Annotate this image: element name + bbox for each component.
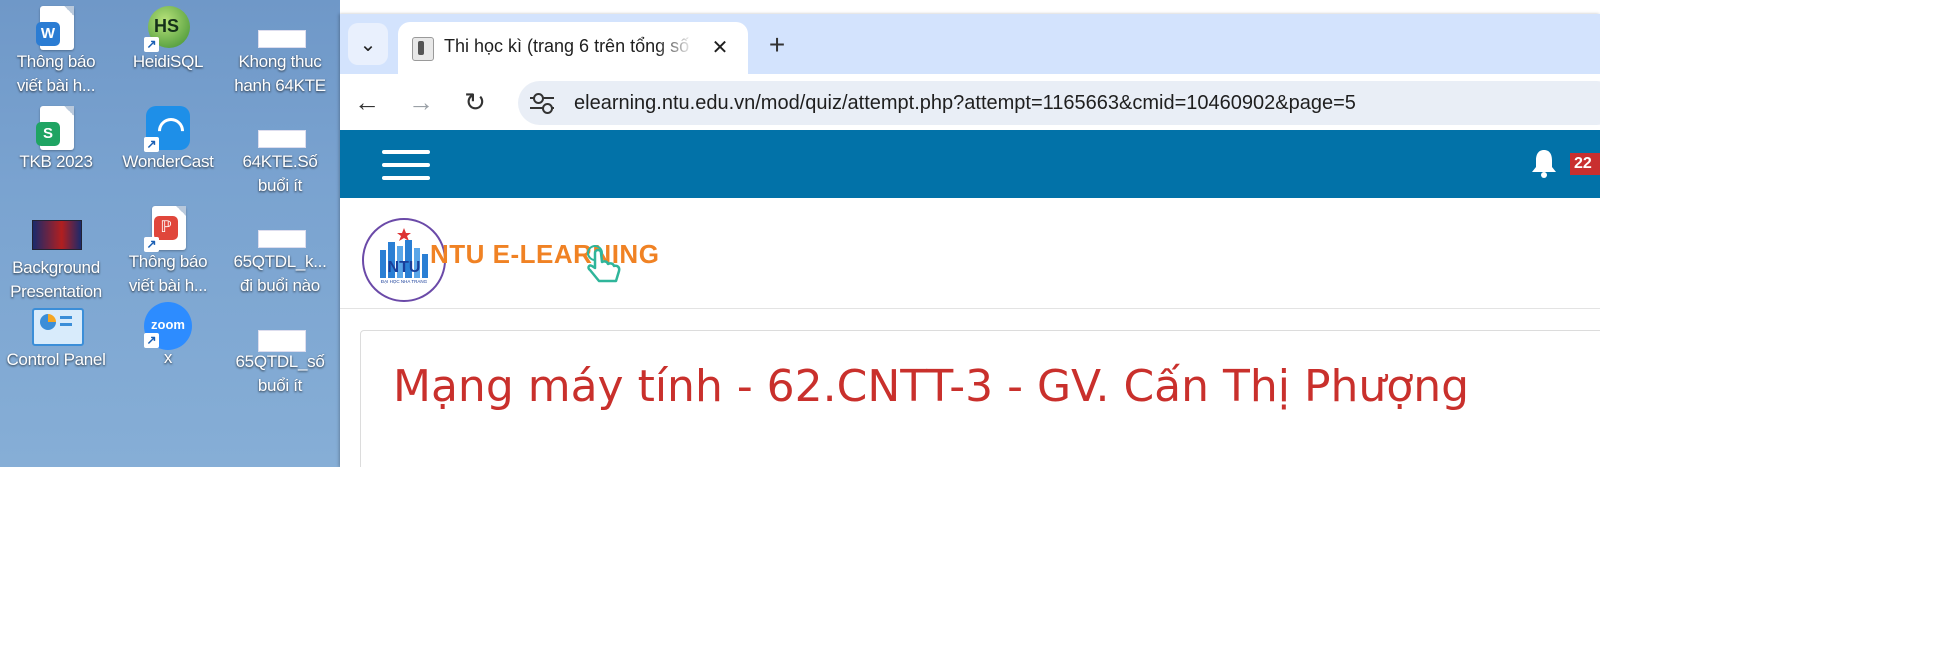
screenshot: W Thông báo viết bài h... S TKB 2023 Bac… xyxy=(0,0,1600,467)
shortcut-arrow-icon: ↗ xyxy=(144,37,159,52)
site-branding: NTU ĐẠI HỌC NHA TRANG NTU E-LEARNING xyxy=(340,198,1600,309)
control-panel-icon xyxy=(32,304,84,348)
desktop-icon-khong-thuc-hanh[interactable]: Khong thuc hanh 64KTE xyxy=(224,6,336,98)
forward-button[interactable]: → xyxy=(404,86,438,120)
desktop-icon-zoom[interactable]: zoom ↗ x xyxy=(112,302,224,370)
desktop-icon-wps-pdf[interactable]: ℙ ↗ Thông báo viết bài h... xyxy=(112,206,224,298)
desktop-icon-tkb[interactable]: S TKB 2023 xyxy=(0,106,112,174)
presentation-thumbnail-icon xyxy=(32,212,82,256)
desktop-icon-word-doc[interactable]: W Thông báo viết bài h... xyxy=(0,6,112,98)
tab-title: Thi học kì (trang 6 trên tổng số xyxy=(444,36,690,56)
shortcut-arrow-icon: ↗ xyxy=(144,237,159,252)
file-thumbnail-icon xyxy=(258,6,306,50)
tab-close-button[interactable]: ✕ xyxy=(706,34,734,62)
svg-text:ĐẠI HỌC NHA TRANG: ĐẠI HỌC NHA TRANG xyxy=(381,279,428,284)
desktop-icon-label: Thông báo xyxy=(16,52,96,71)
desktop-icon-label: viết bài h... xyxy=(16,76,96,95)
tab-strip: ⌄ Thi học kì (trang 6 trên tổng số ✕ + xyxy=(340,14,1600,74)
site-info-icon[interactable] xyxy=(530,92,554,114)
shortcut-arrow-icon: ↗ xyxy=(144,137,159,152)
new-tab-button[interactable]: + xyxy=(760,30,794,64)
browser-toolbar: ← → ↻ elearning.ntu.edu.vn/mod/quiz/atte… xyxy=(340,74,1600,130)
reload-button[interactable]: ↻ xyxy=(458,86,492,120)
desktop-icon-label: TKB 2023 xyxy=(19,152,93,171)
desktop-icon-65qtdl-so[interactable]: 65QTDL_số buổi ít xyxy=(224,306,336,398)
file-thumbnail-icon xyxy=(258,106,306,150)
desktop-icon-label: 65QTDL_số xyxy=(235,352,325,371)
file-thumbnail-icon xyxy=(258,206,306,250)
tab-quiz[interactable]: Thi học kì (trang 6 trên tổng số ✕ xyxy=(398,22,748,74)
word-document-icon: W xyxy=(34,6,78,50)
tab-search-button[interactable]: ⌄ xyxy=(348,23,388,65)
site-navbar: 22 xyxy=(340,130,1600,198)
file-thumbnail-icon xyxy=(258,306,306,352)
spreadsheet-icon: S xyxy=(34,106,78,150)
course-header-card: Mạng máy tính - 62.CNTT-3 - GV. Cấn Thị … xyxy=(360,330,1600,467)
desktop-icon-64kte[interactable]: 64KTE.Số buổi ít xyxy=(224,106,336,198)
desktop-icon-label: buổi ít xyxy=(257,176,303,195)
desktop-icon-label: Khong thuc xyxy=(238,52,322,71)
desktop-icon-label: buổi ít xyxy=(257,376,303,395)
desktop-icon-label: WonderCast xyxy=(122,152,214,171)
svg-text:NTU: NTU xyxy=(388,259,421,276)
address-bar[interactable]: elearning.ntu.edu.vn/mod/quiz/attempt.ph… xyxy=(518,81,1600,125)
notification-count-badge[interactable]: 22 xyxy=(1570,153,1600,175)
desktop-icon-label: 65QTDL_k... xyxy=(233,252,327,271)
heidisql-icon: HS ↗ xyxy=(144,6,190,52)
desktop-icon-label: Presentation xyxy=(10,282,102,301)
browser-window: ⌄ Thi học kì (trang 6 trên tổng số ✕ + ←… xyxy=(340,14,1600,467)
desktop-icon-heidisql[interactable]: HS ↗ HeidiSQL xyxy=(112,6,224,74)
chevron-down-icon: ⌄ xyxy=(359,33,377,56)
pointing-hand-icon xyxy=(587,245,621,283)
shortcut-arrow-icon: ↗ xyxy=(144,333,159,348)
desktop-icon-65qtdl-k[interactable]: 65QTDL_k... đi buổi nào xyxy=(224,206,336,298)
desktop-icon-label: 64KTE.Số xyxy=(242,152,318,171)
url-text[interactable]: elearning.ntu.edu.vn/mod/quiz/attempt.ph… xyxy=(574,92,1356,115)
desktop-icon-label: viết bài h... xyxy=(128,276,208,295)
desktop-icon-label: đi buổi nào xyxy=(240,276,320,295)
pdf-document-icon: ℙ ↗ xyxy=(144,206,190,252)
desktop-icon-label: Thông báo xyxy=(128,252,208,271)
desktop-icon-background[interactable]: Background Presentation xyxy=(0,212,112,304)
desktop-icon-label: HeidiSQL xyxy=(132,52,204,71)
desktop-icon-wondercast[interactable]: ↗ WonderCast xyxy=(112,106,224,174)
menu-icon[interactable] xyxy=(382,150,430,180)
desktop-icon-label: Control Panel xyxy=(6,350,106,369)
desktop-icon-label: Background xyxy=(12,258,100,277)
bell-icon[interactable] xyxy=(1530,148,1558,178)
desktop-icon-label: hanh 64KTE xyxy=(234,76,326,95)
desktop: W Thông báo viết bài h... S TKB 2023 Bac… xyxy=(0,0,340,467)
desktop-icon-control-panel[interactable]: Control Panel xyxy=(0,304,112,372)
wondercast-icon: ↗ xyxy=(144,106,190,152)
favicon-icon xyxy=(412,37,434,61)
course-title: Mạng máy tính - 62.CNTT-3 - GV. Cấn Thị … xyxy=(393,361,1470,412)
zoom-icon: zoom ↗ xyxy=(144,302,192,350)
back-button[interactable]: ← xyxy=(350,86,384,120)
